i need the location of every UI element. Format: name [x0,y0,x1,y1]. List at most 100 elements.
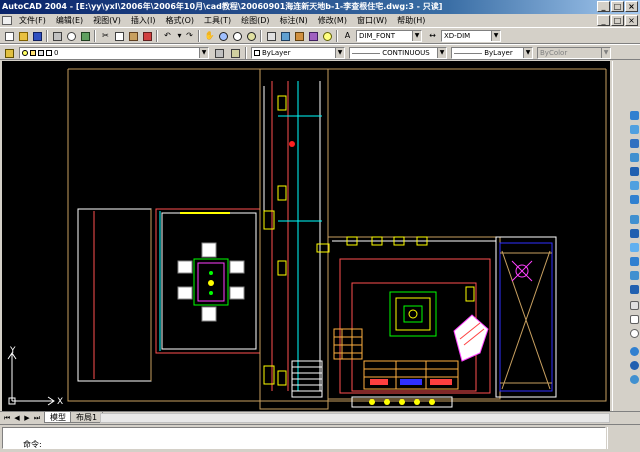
menu-tools[interactable]: 工具(T) [200,15,237,27]
horizontal-scrollbar[interactable] [100,413,610,423]
tab-model[interactable]: 模型 [44,412,72,423]
view-top-icon[interactable] [628,123,640,135]
doc-restore-button[interactable]: □ [611,15,624,26]
command-input[interactable]: 命令: [2,427,606,449]
menu-modify[interactable]: 修改(M) [314,15,353,27]
menu-format[interactable]: 格式(O) [161,15,200,27]
save-icon[interactable] [31,30,44,42]
shade-hidden-icon[interactable] [628,241,640,253]
lineweight-sample: ―――― [454,49,485,57]
snap-center-icon[interactable] [628,327,640,339]
doc-close-button[interactable]: × [625,15,638,26]
last-tab-icon[interactable]: ⏭ [32,413,42,423]
next-tab-icon[interactable]: ▶ [22,413,32,423]
print-icon[interactable] [51,30,64,42]
properties-icon[interactable] [265,30,278,42]
color-select[interactable]: ByLayer ▼ [251,47,345,59]
dining-room [155,208,261,354]
zoom-realtime-icon[interactable] [217,30,230,42]
maximize-button[interactable]: □ [611,1,624,12]
shade-2d-icon[interactable] [628,213,640,225]
help-icon[interactable] [321,30,334,42]
text-style-icon: A [344,31,351,40]
menu-view[interactable]: 视图(V) [89,15,127,27]
dim-style-icon: ↔ [429,31,436,40]
tool-palettes-icon[interactable] [293,30,306,42]
snap-midpoint-icon[interactable] [628,313,640,325]
paste-icon[interactable] [127,30,140,42]
menu-draw[interactable]: 绘图(D) [237,15,275,27]
left-room [77,208,152,382]
make-current-layer-icon[interactable] [213,47,226,59]
dropdown-arrow-icon[interactable]: ▼ [412,31,421,41]
prev-tab-icon[interactable]: ◀ [12,413,22,423]
publish-icon[interactable] [79,30,92,42]
render-icon[interactable] [628,359,640,371]
dropdown-arrow-icon[interactable]: ▼ [491,31,500,41]
view-bottom-icon[interactable] [628,137,640,149]
view-right-icon[interactable] [628,165,640,177]
dropdown-arrow-icon[interactable]: ▼ [523,48,532,58]
light-icon[interactable] [628,373,640,385]
design-center-icon[interactable] [279,30,292,42]
menu-window[interactable]: 窗口(W) [353,15,393,27]
layer-previous-icon[interactable] [229,47,242,59]
snap-endpoint-icon[interactable] [628,299,640,311]
text-style-select[interactable]: DIM_FONT ▼ [356,30,422,42]
first-tab-icon[interactable]: ⏮ [2,413,12,423]
match-properties-icon[interactable] [141,30,154,42]
menu-file[interactable]: 文件(F) [15,15,52,27]
minimize-button[interactable]: _ [597,1,610,12]
layout-tab-bar: ⏮ ◀ ▶ ⏭ 模型 布局1 [0,411,640,423]
close-button[interactable]: × [625,1,638,12]
boundary-lines [67,68,607,402]
shade-edges-icon[interactable] [628,283,640,295]
dropdown-arrow-icon[interactable]: ▼ [199,48,208,58]
view-front-icon[interactable] [628,179,640,191]
orbit-icon[interactable] [628,109,640,121]
drawing-area[interactable]: Y X [2,61,610,411]
redo-icon[interactable]: ↷ [183,30,196,42]
properties-toolbar: 0 ▼ ByLayer ▼ ―――― CONTINUOUS ▼ ―――― ByLay… [0,44,640,60]
layer-freeze-icon [30,50,36,56]
shade-3d-icon[interactable] [628,227,640,239]
menu-dimension[interactable]: 标注(N) [276,15,314,27]
shade-flat-icon[interactable] [628,255,640,267]
document-controls: _ □ × [597,15,638,26]
new-icon[interactable] [3,30,16,42]
layer-value: 0 [54,49,59,57]
plot-style-value: ByColor [540,49,568,57]
menu-insert[interactable]: 插入(I) [127,15,162,27]
layer-select[interactable]: 0 ▼ [19,47,209,59]
linetype-value: CONTINUOUS [382,49,430,57]
dropdown-arrow-icon[interactable]: ▼ [335,48,344,58]
zoom-window-icon[interactable] [231,30,244,42]
plot-style-select: ByColor ▼ [537,47,611,59]
copy-icon[interactable] [113,30,126,42]
open-icon[interactable] [17,30,30,42]
shade-gouraud-icon[interactable] [628,269,640,281]
color-swatch [254,50,260,56]
tab-layout1[interactable]: 布局1 [70,412,104,423]
cut-icon[interactable]: ✂ [99,30,112,42]
menu-help[interactable]: 帮助(H) [393,15,431,27]
doc-minimize-button[interactable]: _ [597,15,610,26]
zoom-previous-icon[interactable] [245,30,258,42]
markup-icon[interactable] [307,30,320,42]
linetype-select[interactable]: ―――― CONTINUOUS ▼ [349,47,447,59]
dining-table [177,242,245,322]
lineweight-select[interactable]: ―――― ByLayer ▼ [451,47,533,59]
pan-icon[interactable]: ✋ [203,30,216,42]
layer-manager-icon[interactable] [3,47,16,59]
view-back-icon[interactable] [628,193,640,205]
staircase [291,360,323,398]
command-scrollbar[interactable] [607,427,619,449]
document-icon[interactable] [2,16,12,25]
dropdown-arrow-icon[interactable]: ▼ [437,48,446,58]
menu-edit[interactable]: 编辑(E) [52,15,89,27]
title-bar: AutoCAD 2004 - [E:\yy\yxl\2006年\2006年10月… [0,0,640,14]
view-left-icon[interactable] [628,151,640,163]
camera-icon[interactable] [628,345,640,357]
preview-icon[interactable] [65,30,78,42]
dim-style-select[interactable]: XD-DIM ▼ [441,30,501,42]
